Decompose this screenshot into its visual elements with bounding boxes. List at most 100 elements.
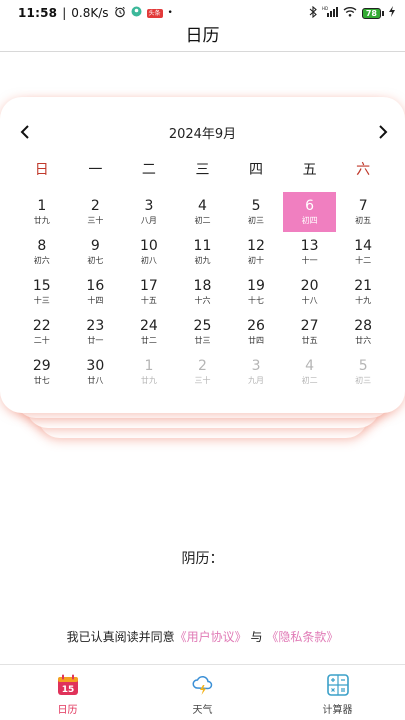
calendar-day[interactable]: 17 十五 — [122, 272, 176, 312]
tab-calculator[interactable]: 计算器 — [270, 665, 405, 720]
weekday-label: 三 — [195, 162, 210, 178]
lunar-day: 二十 — [33, 336, 50, 345]
app-notification-icon — [131, 6, 142, 20]
lunar-day: 廿九 — [33, 216, 50, 225]
calendar-day[interactable]: 1 廿九 — [15, 192, 69, 232]
lunar-day: 初四 — [301, 216, 318, 225]
day-number: 28 — [354, 318, 373, 334]
weekday-header: 日 一 二 三 四 五 六 — [15, 159, 390, 179]
calendar-day[interactable]: 28 廿六 — [336, 312, 390, 352]
calendar-day[interactable]: 3 八月 — [122, 192, 176, 232]
weekday-label: 日 — [34, 162, 49, 178]
day-number: 5 — [358, 358, 368, 374]
user-agreement-link[interactable]: 《用户协议》 — [175, 630, 247, 644]
lunar-day: 廿四 — [248, 336, 265, 345]
calendar-day[interactable]: 27 廿五 — [283, 312, 337, 352]
battery-level: 78 — [361, 7, 381, 19]
lunar-day: 十六 — [194, 296, 211, 305]
day-number: 16 — [86, 278, 105, 294]
calendar-day[interactable]: 11 初九 — [176, 232, 230, 272]
day-number: 2 — [90, 198, 100, 214]
calendar-day[interactable]: 13 十一 — [283, 232, 337, 272]
calendar-day[interactable]: 9 初七 — [69, 232, 123, 272]
day-number: 4 — [305, 358, 315, 374]
day-number: 25 — [193, 318, 212, 334]
calendar-day[interactable]: 4 初二 — [283, 352, 337, 392]
next-month-button[interactable] — [372, 121, 394, 143]
tab-weather[interactable]: 天气 — [135, 665, 270, 720]
network-speed: 0.8K/s — [71, 6, 109, 20]
calendar-week-row: 15 十三 16 十四 17 十五 18 十六 19 十七 20 十八 21 十九 — [15, 272, 390, 312]
bluetooth-icon — [309, 5, 317, 21]
status-separator: | — [62, 6, 67, 20]
tab-label: 计算器 — [322, 705, 353, 716]
calendar-card: 2024年9月 日 一 二 三 四 五 六 1 廿九 2 三十 3 八月 4 初二 5 初三 6 初四… — [0, 97, 405, 413]
day-number: 4 — [198, 198, 207, 214]
lunar-day: 十一 — [301, 256, 318, 265]
status-right: HD 78 — [309, 5, 395, 21]
calendar-day[interactable]: 12 初十 — [229, 232, 283, 272]
lunar-day: 初三 — [355, 376, 372, 385]
calendar-day[interactable]: 14 十二 — [336, 232, 390, 272]
calendar-day[interactable]: 25 廿三 — [176, 312, 230, 352]
calendar-week-row: 22 二十 23 廿一 24 廿二 25 廿三 26 廿四 27 廿五 28 廿六 — [15, 312, 390, 352]
lunar-day: 初九 — [194, 256, 211, 265]
day-number: 7 — [358, 198, 368, 214]
weekday-label: 二 — [141, 162, 156, 178]
tab-label: 日历 — [57, 705, 78, 716]
svg-text:HD: HD — [322, 6, 328, 11]
calendar-day[interactable]: 1 廿九 — [122, 352, 176, 392]
calendar-day[interactable]: 2 三十 — [176, 352, 230, 392]
calendar-day[interactable]: 21 十九 — [336, 272, 390, 312]
day-number: 13 — [300, 238, 319, 254]
signal-icon: HD — [322, 6, 338, 20]
lunar-day: 廿一 — [87, 336, 104, 345]
agreement-text: 我已认真阅读并同意《用户协议》 与 《隐私条款》 — [0, 628, 405, 645]
calendar-day[interactable]: 10 初八 — [122, 232, 176, 272]
calendar-day[interactable]: 15 十三 — [15, 272, 69, 312]
calendar-day[interactable]: 24 廿二 — [122, 312, 176, 352]
lunar-day: 八月 — [140, 216, 157, 225]
day-number: 17 — [139, 278, 158, 294]
calendar-week-row: 29 廿七 30 廿八 1 廿九 2 三十 3 九月 4 初二 5 初三 — [15, 352, 390, 392]
lunar-day: 三十 — [87, 216, 104, 225]
calendar-day[interactable]: 4 初二 — [176, 192, 230, 232]
news-badge: 头条 — [146, 8, 163, 18]
calendar-day[interactable]: 22 二十 — [15, 312, 69, 352]
day-number: 12 — [247, 238, 265, 254]
chevron-right-icon — [379, 125, 388, 139]
day-number: 26 — [247, 318, 265, 334]
calendar-day[interactable]: 2 三十 — [69, 192, 123, 232]
calendar-nav: 2024年9月 — [0, 121, 405, 143]
calendar-day[interactable]: 16 十四 — [69, 272, 123, 312]
calendar-day[interactable]: 7 初五 — [336, 192, 390, 232]
tab-calendar[interactable]: 15 日历 — [0, 665, 135, 720]
calendar-day[interactable]: 8 初六 — [15, 232, 69, 272]
calendar-day[interactable]: 26 廿四 — [229, 312, 283, 352]
lunar-day: 廿六 — [355, 336, 372, 345]
wifi-icon — [343, 6, 357, 20]
calendar-day[interactable]: 18 十六 — [176, 272, 230, 312]
status-bar: 11:58 | 0.8K/s 头条 • HD 78 — [0, 0, 405, 26]
calendar-day[interactable]: 5 初三 — [229, 192, 283, 232]
calendar-day[interactable]: 19 十七 — [229, 272, 283, 312]
lunar-day: 十三 — [33, 296, 50, 305]
calendar-day[interactable]: 5 初三 — [336, 352, 390, 392]
lunar-date-label: 阴历： — [181, 551, 224, 567]
calendar-day[interactable]: 20 十八 — [283, 272, 337, 312]
lunar-day: 廿五 — [301, 336, 318, 345]
weekday-label: 一 — [88, 162, 103, 178]
calculator-icon — [326, 674, 349, 696]
weekday-label: 五 — [302, 162, 317, 178]
calendar-day[interactable]: 30 廿八 — [69, 352, 123, 392]
day-number: 3 — [251, 358, 261, 374]
tab-label: 天气 — [192, 705, 213, 716]
lunar-day: 初八 — [140, 256, 157, 265]
privacy-policy-link[interactable]: 《隐私条款》 — [266, 630, 338, 644]
calendar-day-selected[interactable]: 6 初四 — [282, 192, 337, 232]
lunar-day: 初二 — [301, 376, 318, 385]
calendar-day[interactable]: 3 九月 — [229, 352, 283, 392]
calendar-day[interactable]: 29 廿七 — [15, 352, 69, 392]
calendar-day[interactable]: 23 廿一 — [69, 312, 123, 352]
day-number: 24 — [139, 318, 158, 334]
